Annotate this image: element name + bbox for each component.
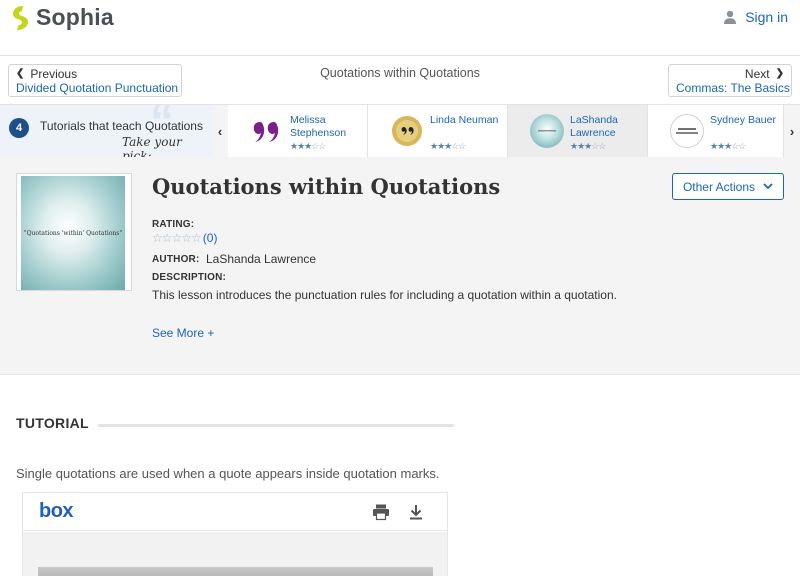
previous-lesson-title: Divided Quotation Punctuation bbox=[16, 81, 179, 95]
previous-lesson-button[interactable]: ❮ Previous Divided Quotation Punctuation bbox=[8, 64, 182, 97]
tutorial-divider bbox=[98, 424, 454, 427]
lesson-navbar: Quotations within Quotations ❮ Previous … bbox=[0, 57, 800, 102]
rating-count[interactable]: (0) bbox=[203, 231, 218, 245]
lesson-thumbnail: "Quotations 'within' Quotations" bbox=[16, 173, 132, 291]
viewer-toolbar: box bbox=[23, 493, 447, 531]
tutorial-heading: TUTORIAL bbox=[16, 415, 89, 431]
carousel-next-button[interactable]: › bbox=[784, 105, 800, 157]
site-header: Sophia Sign in bbox=[0, 0, 800, 56]
print-icon[interactable] bbox=[372, 503, 390, 521]
previous-label: Previous bbox=[30, 67, 78, 81]
tutorial-card-linda-neuman[interactable]: Linda Neuman ★★★☆☆ bbox=[368, 105, 508, 157]
tutorial-author-name: Sydney Bauer bbox=[710, 114, 776, 126]
tutorials-count-badge: 4 bbox=[9, 118, 29, 138]
tutorial-thumbnail bbox=[530, 114, 564, 148]
tutorial-thumbnail bbox=[670, 114, 704, 148]
lesson-thumbnail-text: "Quotations 'within' Quotations" bbox=[23, 229, 123, 237]
viewer-body[interactable] bbox=[23, 532, 447, 576]
lesson-info-panel: "Quotations 'within' Quotations" Quotati… bbox=[0, 157, 800, 375]
box-logo[interactable]: box bbox=[39, 500, 74, 523]
logo-text: Sophia bbox=[36, 4, 114, 30]
description-label: DESCRIPTION: bbox=[152, 272, 227, 283]
tutorial-thumbnail bbox=[390, 114, 424, 148]
tutorial-rating-stars: ★★★☆☆ bbox=[290, 141, 326, 151]
next-lesson-button[interactable]: Next ❯ Commas: The Basics bbox=[668, 64, 792, 97]
tutorials-carousel: “ 4 Tutorials that teach Quotations Take… bbox=[0, 104, 800, 157]
tutorials-count-label: Tutorials that teach Quotations bbox=[40, 119, 203, 133]
chevron-right-icon: ❯ bbox=[775, 68, 784, 79]
author-name: LaShanda Lawrence bbox=[206, 252, 317, 266]
tutorial-heading-text: TUTORIAL bbox=[16, 415, 89, 431]
take-your-pick-text: Take your pick: bbox=[122, 135, 182, 157]
tutorial-author-name: Melissa Stephenson bbox=[290, 114, 347, 139]
document-page bbox=[38, 567, 433, 576]
tutorial-author-name: LaShanda Lawrence bbox=[570, 114, 618, 139]
chevron-right-icon: › bbox=[789, 123, 795, 139]
tutorial-author-name: Linda Neuman bbox=[430, 114, 499, 126]
description-text: This lesson introduces the punctuation r… bbox=[152, 288, 617, 302]
carousel-prev-button[interactable]: ‹ bbox=[212, 105, 228, 157]
tutorial-card-lashanda-lawrence[interactable]: LaShanda Lawrence ★★★☆☆ bbox=[508, 105, 648, 157]
tutorial-intro-text: Single quotations are used when a quote … bbox=[16, 466, 440, 481]
tutorial-card-melissa-stephenson[interactable]: Melissa Stephenson ★★★☆☆ bbox=[228, 105, 368, 157]
lesson-title: Quotations within Quotations bbox=[152, 174, 501, 199]
sign-in-link[interactable]: Sign in bbox=[723, 9, 788, 25]
next-label: Next bbox=[744, 67, 770, 81]
see-more-link[interactable]: See More + bbox=[152, 326, 214, 340]
chevron-down-icon bbox=[763, 183, 773, 190]
rating-stars[interactable]: ☆☆☆☆☆ (0) bbox=[152, 231, 217, 245]
sign-in-label: Sign in bbox=[745, 9, 788, 25]
rating-label: RATING: bbox=[152, 219, 195, 230]
chevron-left-icon: ‹ bbox=[217, 123, 223, 139]
download-icon[interactable] bbox=[407, 503, 425, 521]
tutorials-count-panel: “ 4 Tutorials that teach Quotations Take… bbox=[0, 105, 212, 157]
box-document-viewer: box bbox=[22, 492, 448, 576]
sophia-logo-icon bbox=[13, 5, 28, 30]
tutorial-thumbnail bbox=[250, 114, 284, 148]
other-actions-label: Other Actions bbox=[682, 179, 756, 194]
next-lesson-title: Commas: The Basics bbox=[676, 81, 790, 95]
chevron-left-icon: ❮ bbox=[16, 68, 25, 79]
tutorial-card-sydney-bauer[interactable]: Sydney Bauer ★★★☆☆ bbox=[648, 105, 784, 157]
tutorial-rating-stars: ★★★☆☆ bbox=[710, 141, 746, 151]
sophia-logo[interactable]: Sophia bbox=[10, 4, 114, 31]
star-outline-icon: ☆☆☆☆☆ bbox=[152, 231, 202, 245]
user-icon bbox=[724, 10, 737, 24]
tutorial-rating-stars: ★★★☆☆ bbox=[570, 141, 606, 151]
tutorial-rating-stars: ★★★☆☆ bbox=[430, 141, 466, 151]
other-actions-button[interactable]: Other Actions bbox=[672, 173, 784, 200]
author-label: AUTHOR: bbox=[152, 254, 200, 265]
